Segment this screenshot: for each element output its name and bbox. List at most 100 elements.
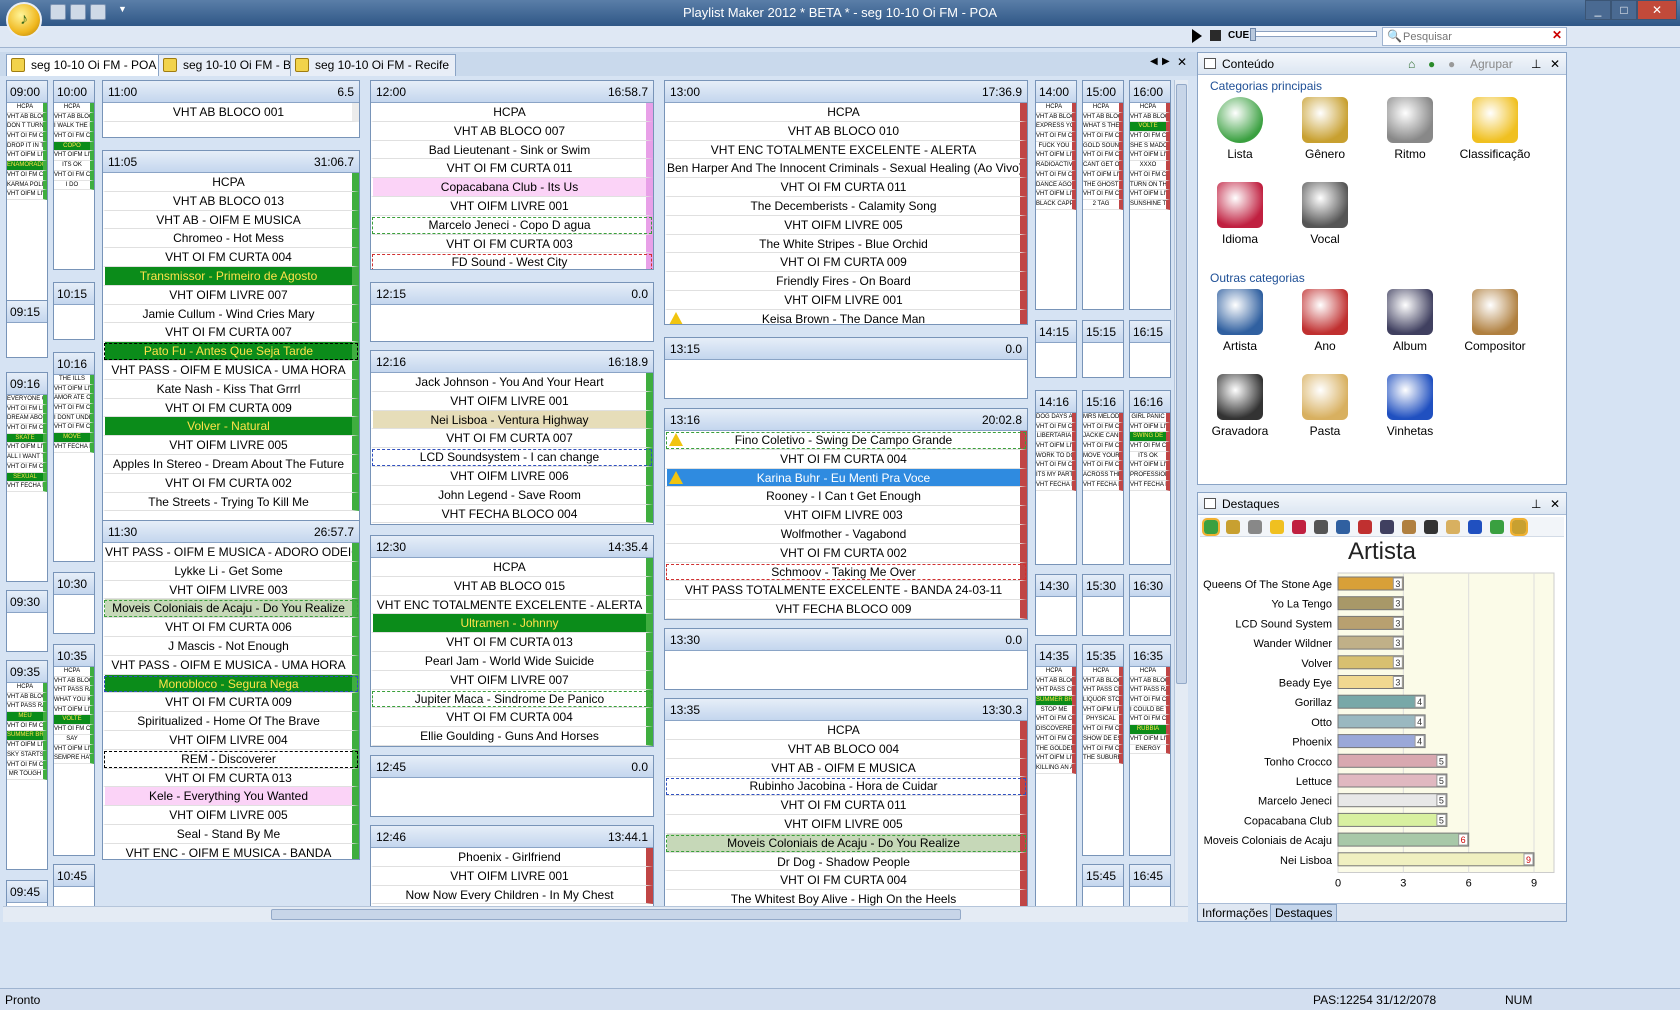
block-header[interactable]: 13:15 0.0 bbox=[665, 338, 1027, 360]
mini-item[interactable]: GOLD SOUNDZ bbox=[1083, 141, 1123, 152]
mini-item[interactable]: VHT OI FM CURTA 009 bbox=[1083, 190, 1123, 200]
playlist-item[interactable]: VHT FECHA BLOCO 009 bbox=[665, 600, 1027, 619]
playlist-item[interactable]: VHT AB - OIFM E MUSICA bbox=[103, 210, 359, 230]
block-header[interactable]: 14:35 bbox=[1036, 645, 1076, 667]
mini-item[interactable]: THE GHOST bbox=[1083, 180, 1123, 191]
playlist-item[interactable]: Fino Coletivo - Swing De Campo Grande bbox=[665, 431, 1027, 450]
playlist-item[interactable]: VHT OI FM CURTA 011 bbox=[371, 159, 653, 179]
slider-thumb[interactable] bbox=[1250, 28, 1256, 41]
mini-item[interactable]: I DO bbox=[54, 180, 94, 191]
mini-item[interactable]: RUBBIA bbox=[1130, 725, 1170, 735]
category-compositor[interactable]: Compositor bbox=[1455, 289, 1535, 353]
position-slider[interactable] bbox=[1252, 31, 1377, 37]
playlist-item[interactable]: VHT OIFM LIVRE 005 bbox=[103, 806, 359, 825]
playlist-item[interactable]: VHT OI FM CURTA 013 bbox=[371, 633, 653, 652]
mini-item[interactable]: VHT OI FM CURTA 011 bbox=[1083, 151, 1123, 162]
mini-item[interactable]: MOVE bbox=[54, 433, 94, 443]
playlist-item[interactable]: HCPA bbox=[103, 173, 359, 192]
mini-item[interactable]: VHT OI FM CURTA 002 bbox=[7, 170, 47, 181]
category-lista[interactable]: Lista bbox=[1200, 97, 1280, 161]
playlist-item[interactable]: VHT OI FM CURTA 009 bbox=[103, 693, 359, 713]
home-icon[interactable]: ⌂ bbox=[1408, 53, 1415, 75]
category-idioma[interactable]: Idioma bbox=[1200, 182, 1280, 246]
mini-item[interactable]: SAY bbox=[54, 734, 94, 745]
mini-item[interactable]: WORK TO DO bbox=[1036, 451, 1076, 462]
toolbar-lista-icon[interactable] bbox=[1314, 520, 1328, 534]
mini-item[interactable]: FUCK YOU bbox=[1036, 141, 1076, 152]
mini-item[interactable]: WHAT S THE COST bbox=[1083, 122, 1123, 133]
mini-item[interactable]: CANT GET OVER YOU bbox=[1083, 161, 1123, 171]
playlist-item[interactable]: Phoenix - Girlfriend bbox=[371, 848, 653, 867]
mini-item[interactable]: VHT OIFM LIVRE 007 bbox=[54, 384, 94, 395]
block-header[interactable]: 16:00 bbox=[1130, 81, 1170, 103]
toolbar-ano-icon[interactable] bbox=[1270, 520, 1284, 534]
block-header[interactable]: 13:00 17:36.9 bbox=[665, 81, 1027, 103]
mini-item[interactable]: VHT OIFM LIVRE 006 bbox=[7, 151, 47, 162]
mini-item[interactable]: VHT FECHA BLOCO 004 bbox=[1130, 480, 1170, 491]
horizontal-scrollbar[interactable] bbox=[3, 906, 1188, 922]
playlist-item[interactable]: VHT OI FM CURTA 004 bbox=[371, 708, 653, 728]
mini-item[interactable]: VHT FECHA BLOCO 005 bbox=[1083, 480, 1123, 491]
tab-informacoes[interactable]: Informações bbox=[1202, 906, 1268, 920]
playlist-item[interactable]: VHT OI FM CURTA 003 bbox=[371, 234, 653, 254]
close-window-button[interactable]: ✕ bbox=[1637, 0, 1677, 20]
mini-item[interactable]: VHT OI FM CURTA 004 bbox=[1083, 725, 1123, 735]
playlist-item[interactable]: VHT PASS - OIFM E MUSICA - UMA HORA bbox=[103, 360, 359, 380]
mini-item[interactable]: SEXUAL bbox=[7, 472, 47, 483]
mini-item[interactable]: SEMPRE HAY ESPERANZA bbox=[54, 754, 94, 764]
playlist-item[interactable]: VHT OI FM CURTA 006 bbox=[103, 618, 359, 637]
minimize-button[interactable]: _ bbox=[1585, 0, 1611, 20]
mini-item[interactable]: TURN ON THE SCREW bbox=[1130, 180, 1170, 191]
playlist-item[interactable]: Jupiter Maca - Sindrome De Panico bbox=[371, 689, 653, 709]
block-header[interactable]: 11:05 31:06.7 bbox=[103, 151, 359, 173]
playlist-item[interactable]: VHT OIFM LIVRE 005 bbox=[665, 215, 1027, 235]
playlist-item[interactable]: VHT AB BLOCO 010 bbox=[665, 121, 1027, 141]
playlist-item[interactable]: VHT OI FM CURTA 004 bbox=[665, 871, 1027, 891]
playlist-item[interactable]: VHT OIFM LIVRE 007 bbox=[103, 285, 359, 305]
playlist-item[interactable]: VHT OI FM CURTA 013 bbox=[103, 768, 359, 788]
mini-item[interactable]: HCPA bbox=[1036, 667, 1076, 677]
mini-item[interactable]: LIBERTARIA bbox=[1036, 432, 1076, 443]
stop-icon[interactable] bbox=[1210, 30, 1221, 41]
save-icon[interactable] bbox=[70, 4, 86, 20]
mini-item[interactable]: VHT OIFM LIVRE 005 bbox=[54, 705, 94, 716]
block-header[interactable]: 12:16 16:18.9 bbox=[371, 351, 653, 373]
horizontal-scrollbar-thumb[interactable] bbox=[271, 909, 961, 920]
playlist-item[interactable]: Transmissor - Primeiro de Agosto bbox=[103, 266, 359, 286]
playlist-item[interactable]: VHT AB BLOCO 013 bbox=[103, 191, 359, 211]
block-header[interactable]: 16:35 bbox=[1130, 645, 1170, 667]
mini-item[interactable]: SUMMER BREEZE bbox=[1036, 696, 1076, 706]
mini-item[interactable]: VHT AB BLOCO 010 bbox=[1130, 112, 1170, 123]
playlist-item[interactable]: Karina Buhr - Eu Menti Pra Voce bbox=[665, 468, 1027, 488]
back-icon[interactable]: ● bbox=[1448, 53, 1455, 75]
mini-item[interactable]: VHT OIFM LIVRE 001 bbox=[7, 741, 47, 751]
toolbar-artista-icon[interactable] bbox=[1202, 518, 1220, 536]
playlist-item[interactable]: VHT ENC TOTALMENTE EXCELENTE - ALERTA bbox=[665, 140, 1027, 160]
app-menu-orb-icon[interactable]: ♪ bbox=[6, 2, 42, 38]
playlist-item[interactable]: Dr Dog - Shadow People bbox=[665, 852, 1027, 872]
playlist-item[interactable]: VHT OI FM CURTA 007 bbox=[103, 323, 359, 343]
agrupar-dropdown[interactable]: Agrupar bbox=[1470, 53, 1513, 75]
toolbar-gravadora-icon[interactable] bbox=[1226, 520, 1240, 534]
playlist-item[interactable]: Spiritualized - Home Of The Brave bbox=[103, 712, 359, 731]
playlist-item[interactable]: VHT ENC - OIFM E MUSICA - BANDA bbox=[103, 843, 359, 859]
tab-scroll-left-icon[interactable]: ◀ bbox=[1150, 56, 1158, 67]
toolbar-pasta-icon[interactable] bbox=[1424, 520, 1438, 534]
mini-item[interactable]: PROFESSIONAL SUICIDE bbox=[1130, 471, 1170, 481]
category-ano[interactable]: Ano bbox=[1285, 289, 1365, 353]
mini-item[interactable]: THE ILLS bbox=[54, 375, 94, 385]
category-classificao[interactable]: Classificação bbox=[1455, 97, 1535, 161]
playlist-item[interactable]: The Decemberists - Calamity Song bbox=[665, 196, 1027, 216]
mini-item[interactable]: HCPA bbox=[1130, 667, 1170, 677]
mini-item[interactable]: DISCOVERER bbox=[1036, 725, 1076, 735]
mini-item[interactable]: VHT OI FM CURTA 006 bbox=[54, 423, 94, 434]
mini-item[interactable]: VHT PASS RADIO CAFE bbox=[54, 686, 94, 697]
playlist-item[interactable]: VHT OIFM LIVRE 005 bbox=[665, 814, 1027, 834]
playlist-item[interactable]: LCD Soundsystem - I can change bbox=[371, 448, 653, 467]
mini-item[interactable]: VHT AB BLOCO 016 bbox=[54, 676, 94, 687]
mini-item[interactable]: GIRL PANIC bbox=[1130, 413, 1170, 423]
mini-item[interactable]: SHOW DE ESTRELAS bbox=[1083, 734, 1123, 745]
category-album[interactable]: Album bbox=[1370, 289, 1450, 353]
mini-item[interactable]: VHT OI FM CURTA 009 bbox=[1083, 132, 1123, 142]
playlist-item[interactable]: Apples In Stereo - Dream About The Futur… bbox=[103, 454, 359, 474]
